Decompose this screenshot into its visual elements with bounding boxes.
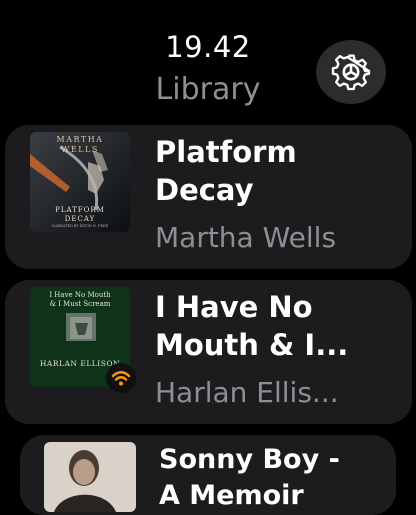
cover-author-line2: WELLS	[61, 145, 99, 154]
settings-button[interactable]	[316, 40, 386, 104]
book-title: Platform Decay	[155, 133, 395, 209]
wifi-icon	[111, 371, 131, 386]
cover-title-line2: & I Must Scream	[49, 300, 111, 308]
book-author: Harlan Ellis...	[155, 376, 339, 409]
cover-title-line1: I Have No Mouth	[49, 291, 111, 299]
book-row-i-have-no-mouth[interactable]: I Have No Mouth & I Must Scream HARLAN E…	[5, 280, 412, 424]
cover-title-line1: PLATFORM	[55, 206, 105, 214]
cover-title-line2: DECAY	[64, 215, 96, 223]
book-title: Sonny Boy - A Memoir	[159, 442, 387, 514]
book-title-line1: Sonny Boy -	[159, 444, 340, 475]
book-row-sonny-boy[interactable]: Sonny Boy - A Memoir	[20, 435, 396, 515]
book-title-line1: Platform	[155, 135, 297, 169]
book-title-line1: I Have No	[155, 290, 313, 324]
book-row-platform-decay[interactable]: MARTHA WELLS PLATFORM DECAY NARRATED BY …	[5, 125, 412, 269]
book-cover	[44, 442, 136, 512]
book-title: I Have No Mouth & I...	[155, 288, 395, 364]
cover-author-line1: MARTHA	[56, 135, 104, 144]
cover-narrator: NARRATED BY KEVIN R. FREE	[51, 224, 109, 228]
gear-icon	[331, 54, 371, 91]
book-author: Martha Wells	[155, 221, 337, 254]
book-cover: MARTHA WELLS PLATFORM DECAY NARRATED BY …	[30, 132, 130, 232]
book-title-line2: Mouth & I...	[155, 328, 349, 362]
downloading-badge	[106, 363, 136, 393]
book-title-line2: Decay	[155, 173, 254, 207]
book-title-line2: A Memoir	[159, 480, 304, 511]
